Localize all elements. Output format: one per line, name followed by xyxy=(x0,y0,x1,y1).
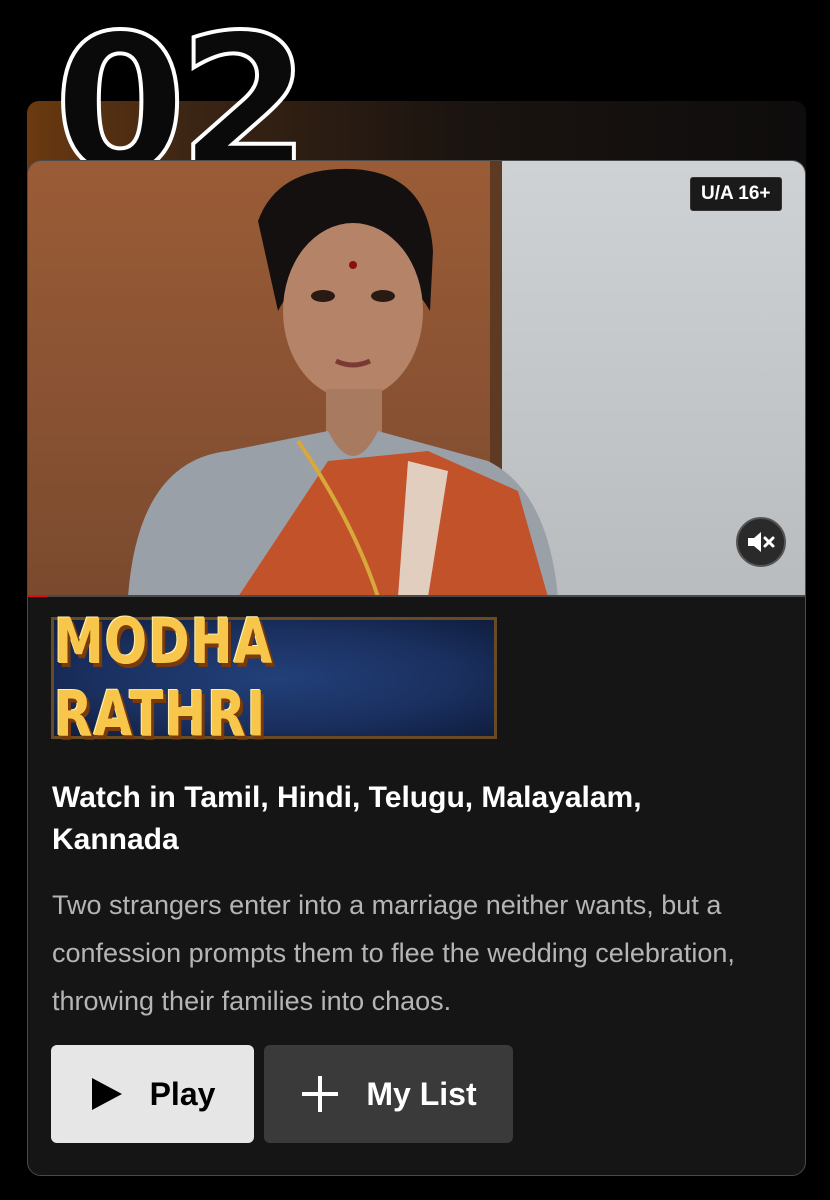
title-card[interactable]: U/A 16+ MODHA RATHRI Watch in Tamil, Hin… xyxy=(27,160,806,1176)
my-list-button-label: My List xyxy=(366,1075,477,1112)
title-logo: MODHA RATHRI xyxy=(51,606,497,751)
maturity-rating-badge: U/A 16+ xyxy=(690,177,782,211)
volume-muted-icon xyxy=(748,532,775,552)
play-button-label: Play xyxy=(149,1075,216,1112)
plus-icon xyxy=(302,1076,339,1112)
scene-person xyxy=(128,168,558,597)
playback-progress-bar[interactable] xyxy=(28,595,805,597)
language-availability: Watch in Tamil, Hindi, Telugu, Malayalam… xyxy=(52,781,642,856)
my-list-button[interactable]: My List xyxy=(264,1045,513,1143)
play-icon xyxy=(91,1078,122,1110)
synopsis: Two strangers enter into a marriage neit… xyxy=(52,890,735,1016)
video-preview[interactable]: U/A 16+ xyxy=(28,161,805,597)
title-logo-text: MODHA RATHRI xyxy=(54,605,274,751)
play-button[interactable]: Play xyxy=(51,1045,254,1143)
mute-button[interactable] xyxy=(736,517,786,567)
playback-progress-fill xyxy=(28,595,48,597)
